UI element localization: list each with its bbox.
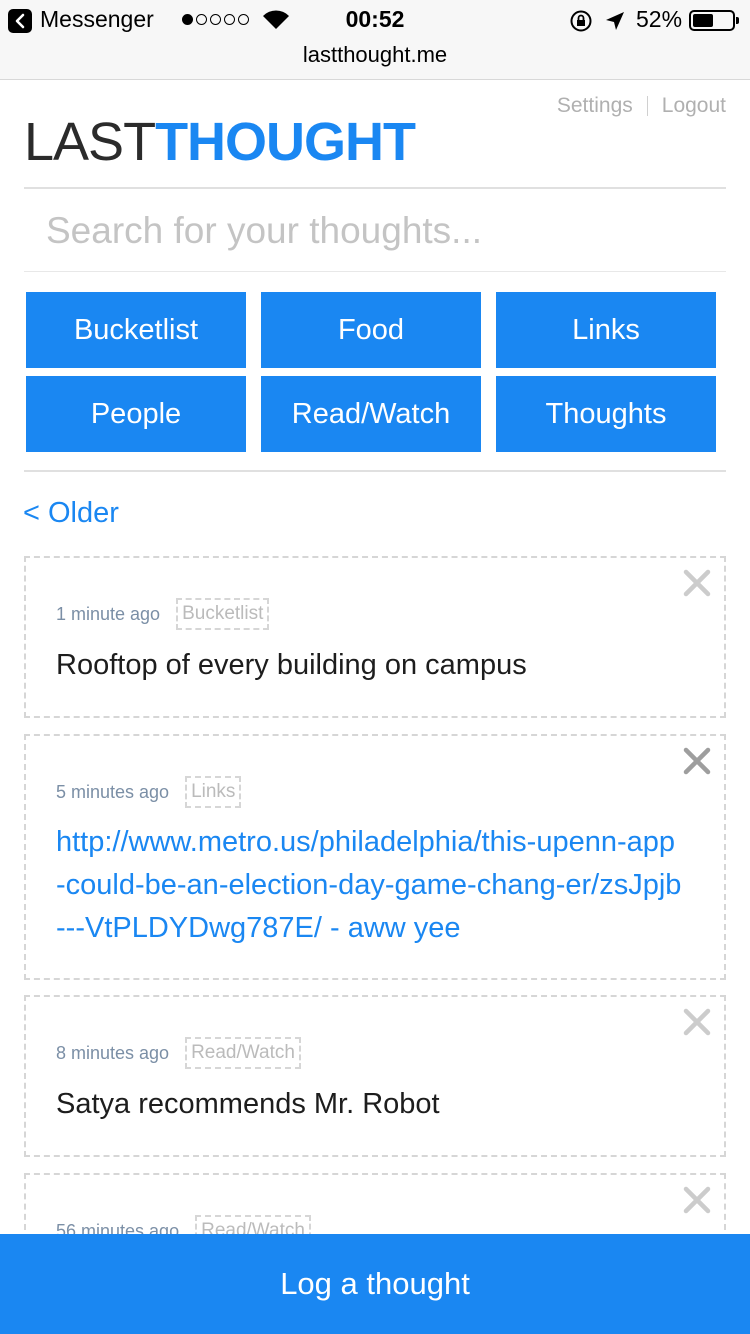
thought-link[interactable]: http://www.metro.us/philadelphia/this-up… (56, 821, 684, 950)
thought-card: 5 minutes ago Links http://www.metro.us/… (24, 734, 726, 980)
top-nav: Settings Logout (557, 94, 726, 118)
logo-text-last: LAST (24, 112, 156, 172)
category-grid: Bucketlist Food Links People Read/Watch … (26, 292, 718, 452)
thought-card: 1 minute ago Bucketlist Rooftop of every… (24, 556, 726, 718)
close-icon[interactable] (682, 1007, 712, 1037)
battery-percent: 52% (636, 6, 683, 32)
thought-tag[interactable]: Read/Watch (185, 1037, 301, 1069)
category-button-bucketlist[interactable]: Bucketlist (26, 292, 246, 368)
close-icon[interactable] (682, 746, 712, 776)
search-input[interactable] (24, 190, 726, 272)
signal-strength-icon (182, 14, 249, 25)
back-to-app-label[interactable]: Messenger (40, 6, 154, 33)
logout-link[interactable]: Logout (662, 94, 726, 118)
older-link[interactable]: < Older (23, 497, 119, 530)
category-button-links[interactable]: Links (496, 292, 716, 368)
thought-meta: 8 minutes ago Read/Watch (56, 1037, 301, 1069)
thought-tag[interactable]: Bucketlist (176, 598, 270, 630)
battery-icon (689, 10, 739, 31)
location-arrow-icon (606, 12, 624, 30)
category-button-people[interactable]: People (26, 376, 246, 452)
thought-text: Satya recommends Mr. Robot (56, 1088, 440, 1120)
thought-card: 8 minutes ago Read/Watch Satya recommend… (24, 995, 726, 1157)
thought-meta: 5 minutes ago Links (56, 776, 242, 808)
thought-text: Rooftop of every building on campus (56, 649, 527, 681)
wifi-icon (263, 10, 289, 29)
log-thought-label: Log a thought (280, 1266, 470, 1301)
thought-time: 1 minute ago (56, 603, 161, 624)
thought-tag[interactable]: Links (185, 776, 242, 808)
rotation-lock-icon (570, 10, 592, 32)
divider (24, 187, 726, 189)
thought-time: 5 minutes ago (56, 781, 170, 802)
settings-link[interactable]: Settings (557, 94, 633, 118)
thought-time: 8 minutes ago (56, 1042, 170, 1063)
logo-text-thought: THOUGHT (155, 112, 416, 172)
url-text: lastthought.me (302, 42, 448, 67)
status-bar: Messenger 00:52 52% (0, 0, 750, 40)
thought-meta: 1 minute ago Bucketlist (56, 598, 270, 630)
close-icon[interactable] (682, 568, 712, 598)
close-icon[interactable] (682, 1185, 712, 1215)
category-button-food[interactable]: Food (261, 292, 481, 368)
site-logo[interactable]: LASTTHOUGHT (24, 112, 416, 172)
category-button-read-watch[interactable]: Read/Watch (261, 376, 481, 452)
address-bar[interactable]: lastthought.me (0, 40, 750, 80)
log-thought-button[interactable]: Log a thought (0, 1234, 750, 1334)
nav-divider (646, 96, 648, 116)
back-icon[interactable] (8, 9, 32, 33)
divider (24, 470, 726, 472)
category-button-thoughts[interactable]: Thoughts (496, 376, 716, 452)
